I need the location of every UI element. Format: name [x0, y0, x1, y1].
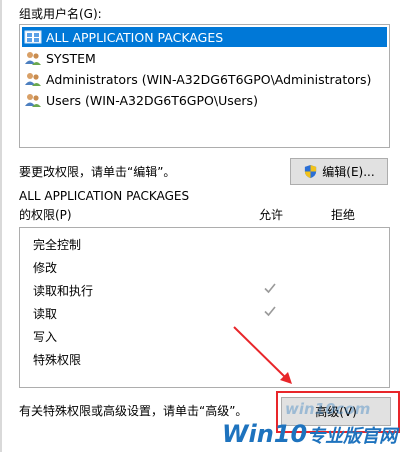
permission-row-special: 特殊权限: [20, 349, 389, 369]
user-item-users[interactable]: Users (WIN-A32DG6T6GPO\Users): [22, 90, 387, 110]
edit-button[interactable]: 编辑(E)...: [290, 158, 388, 185]
user-item-label: Administrators (WIN-A32DG6T6GPO\Administ…: [46, 71, 372, 87]
permissions-list: 完全控制 修改 读取和执行 读取 写入 特殊权限: [19, 227, 390, 388]
allow-column-header: 允许: [259, 208, 284, 222]
user-item-label: Users (WIN-A32DG6T6GPO\Users): [46, 92, 258, 108]
watermark-url: win10com: [285, 400, 371, 418]
groups-label: 组或用户名(G):: [19, 7, 102, 21]
users-group-icon: [25, 73, 41, 86]
app-packages-icon: [24, 30, 42, 44]
user-item-label: ALL APPLICATION PACKAGES: [46, 29, 224, 45]
permissions-label: 的权限(P): [19, 208, 72, 222]
permission-row-read-execute: 读取和执行: [20, 280, 389, 300]
permission-name: 修改: [33, 261, 58, 275]
watermark-main: Win10: [222, 420, 308, 448]
permission-row-modify: 修改: [20, 257, 389, 277]
users-group-icon: [25, 52, 41, 65]
users-group-icon: [25, 94, 41, 107]
dialog-left-border: [0, 0, 2, 452]
permission-name: 完全控制: [33, 238, 82, 252]
watermark-sub: 专业版官网: [307, 426, 398, 447]
permission-name: 读取: [33, 307, 58, 321]
permission-name: 读取和执行: [33, 284, 94, 298]
user-list[interactable]: ALL APPLICATION PACKAGES SYSTEM Administ…: [19, 24, 390, 148]
user-item-label: SYSTEM: [46, 50, 96, 66]
permission-row-write: 写入: [20, 326, 389, 346]
user-item-all-app-packages[interactable]: ALL APPLICATION PACKAGES: [22, 27, 387, 47]
permission-row-read: 读取: [20, 303, 389, 323]
permission-name: 写入: [33, 330, 58, 344]
user-item-system[interactable]: SYSTEM: [22, 48, 387, 68]
permission-row-full-control: 完全控制: [20, 234, 389, 254]
uac-shield-icon: [305, 164, 317, 179]
permission-owner: ALL APPLICATION PACKAGES: [19, 189, 190, 203]
edit-button-label: 编辑(E)...: [322, 165, 375, 179]
advanced-hint: 有关特殊权限或高级设置，请单击“高级”。: [19, 404, 248, 418]
permission-name: 特殊权限: [33, 353, 82, 367]
change-permission-hint: 要更改权限，请单击“编辑”。: [19, 165, 176, 179]
allow-check-icon: [264, 283, 276, 294]
deny-column-header: 拒绝: [331, 208, 356, 222]
watermark-logo: Win10专业版官网: [222, 420, 397, 448]
user-item-administrators[interactable]: Administrators (WIN-A32DG6T6GPO\Administ…: [22, 69, 387, 89]
allow-check-icon: [264, 306, 276, 317]
